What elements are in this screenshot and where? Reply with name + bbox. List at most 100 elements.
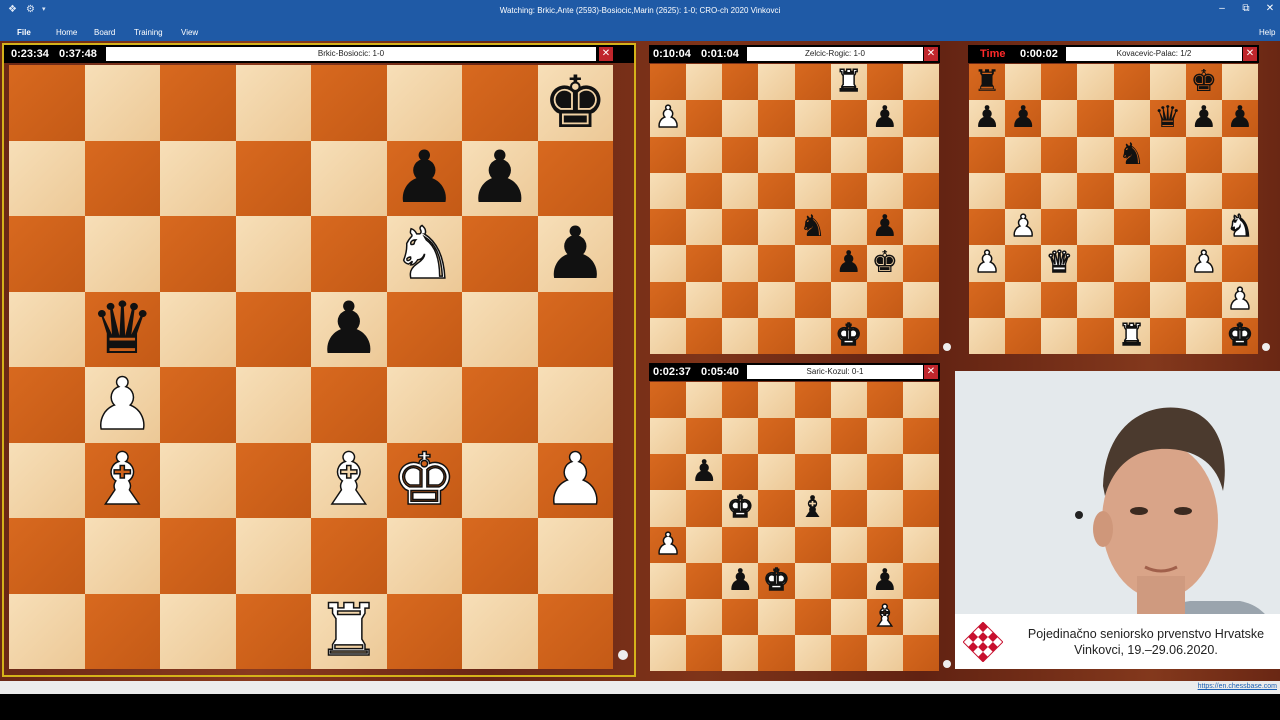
- square-d3[interactable]: [1077, 245, 1114, 282]
- white-pawn-icon[interactable]: ♟: [542, 444, 608, 518]
- square-g6[interactable]: [1185, 136, 1222, 173]
- square-f8[interactable]: [1149, 64, 1186, 101]
- square-c3[interactable]: ♟: [722, 562, 759, 599]
- black-pawn-icon[interactable]: ♟: [871, 212, 898, 242]
- square-g7[interactable]: ♟: [462, 140, 538, 216]
- white-king-icon[interactable]: ♚: [391, 444, 457, 518]
- square-f8[interactable]: ♜: [830, 64, 867, 101]
- square-g7[interactable]: ♟: [866, 100, 903, 137]
- square-f1[interactable]: [830, 634, 867, 671]
- square-c8[interactable]: [722, 382, 759, 419]
- square-d6[interactable]: [235, 216, 311, 292]
- square-g8[interactable]: [866, 64, 903, 101]
- square-b4[interactable]: ♟: [84, 367, 160, 443]
- square-g8[interactable]: [866, 382, 903, 419]
- square-a5[interactable]: [650, 490, 687, 527]
- square-d5[interactable]: [758, 490, 795, 527]
- white-pawn-icon[interactable]: ♟: [1009, 211, 1037, 243]
- square-g4[interactable]: [866, 526, 903, 563]
- square-b6[interactable]: ♟: [686, 454, 723, 491]
- square-e7[interactable]: [1113, 100, 1150, 137]
- square-e2[interactable]: [1113, 281, 1150, 318]
- square-a6[interactable]: [650, 136, 687, 173]
- square-d7[interactable]: [235, 140, 311, 216]
- black-pawn-icon[interactable]: ♟: [871, 565, 898, 596]
- square-g4[interactable]: [1185, 209, 1222, 246]
- square-e2[interactable]: [794, 598, 831, 635]
- square-g7[interactable]: ♟: [1185, 100, 1222, 137]
- square-a1[interactable]: [969, 317, 1006, 354]
- black-pawn-icon[interactable]: ♟: [1010, 103, 1037, 133]
- square-d3[interactable]: [758, 245, 795, 282]
- square-h3[interactable]: [902, 245, 939, 282]
- square-h3[interactable]: [902, 562, 939, 599]
- square-c2[interactable]: [1041, 281, 1078, 318]
- square-e1[interactable]: [794, 634, 831, 671]
- square-a8[interactable]: [9, 65, 85, 141]
- square-a1[interactable]: [9, 593, 85, 669]
- square-b1[interactable]: [686, 634, 723, 671]
- square-f4[interactable]: [1149, 209, 1186, 246]
- square-d1[interactable]: [1077, 317, 1114, 354]
- square-a3[interactable]: [9, 442, 85, 518]
- square-f3[interactable]: [830, 562, 867, 599]
- black-pawn-icon[interactable]: ♟: [1226, 103, 1253, 133]
- close-board-icon[interactable]: ✕: [924, 365, 938, 379]
- square-e3[interactable]: [794, 245, 831, 282]
- square-c7[interactable]: [722, 100, 759, 137]
- square-e3[interactable]: ♝: [311, 442, 387, 518]
- white-pawn-icon[interactable]: ♟: [89, 368, 155, 442]
- square-h4[interactable]: [537, 367, 613, 443]
- square-h5[interactable]: [537, 291, 613, 367]
- black-pawn-icon[interactable]: ♟: [1190, 103, 1217, 133]
- square-b6[interactable]: [1005, 136, 1042, 173]
- square-e8[interactable]: [1113, 64, 1150, 101]
- square-c4[interactable]: [160, 367, 236, 443]
- square-d4[interactable]: [235, 367, 311, 443]
- square-c5[interactable]: [160, 291, 236, 367]
- square-h6[interactable]: [902, 136, 939, 173]
- square-d8[interactable]: [1077, 64, 1114, 101]
- square-e1[interactable]: [794, 317, 831, 354]
- white-pawn-icon[interactable]: ♟: [654, 528, 682, 560]
- square-e8[interactable]: [794, 382, 831, 419]
- square-e7[interactable]: [794, 418, 831, 455]
- square-h8[interactable]: ♚: [537, 65, 613, 141]
- square-g2[interactable]: [462, 518, 538, 594]
- white-knight-icon[interactable]: ♞: [391, 217, 457, 291]
- square-f4[interactable]: [830, 209, 867, 246]
- square-f4[interactable]: [386, 367, 462, 443]
- square-e2[interactable]: [794, 281, 831, 318]
- square-d5[interactable]: [1077, 172, 1114, 209]
- square-b4[interactable]: [686, 209, 723, 246]
- square-g4[interactable]: [462, 367, 538, 443]
- square-f1[interactable]: ♚: [830, 317, 867, 354]
- square-g8[interactable]: ♚: [1185, 64, 1222, 101]
- square-c8[interactable]: [160, 65, 236, 141]
- square-a2[interactable]: [969, 281, 1006, 318]
- restore-icon[interactable]: ⧉: [1236, 3, 1256, 14]
- square-c4[interactable]: [1041, 209, 1078, 246]
- square-e1[interactable]: ♜: [311, 593, 387, 669]
- white-rook-icon[interactable]: ♜: [316, 595, 382, 669]
- square-e7[interactable]: [311, 140, 387, 216]
- black-knight-icon[interactable]: ♞: [799, 212, 826, 242]
- square-h1[interactable]: [902, 317, 939, 354]
- square-e3[interactable]: [1113, 245, 1150, 282]
- square-f8[interactable]: [386, 65, 462, 141]
- square-c1[interactable]: [722, 317, 759, 354]
- square-d5[interactable]: [758, 172, 795, 209]
- square-b2[interactable]: [686, 281, 723, 318]
- square-f6[interactable]: ♞: [386, 216, 462, 292]
- square-h1[interactable]: [537, 593, 613, 669]
- chessboard-kovacevic-palac[interactable]: ♜ ♚ ♟ ♟ ♛ ♟ ♟ ♞ ♟ ♞ ♟ ♛ ♟ ♟ ♜ ♚: [969, 64, 1258, 354]
- square-e4[interactable]: ♞: [794, 209, 831, 246]
- square-a7[interactable]: [9, 140, 85, 216]
- square-b5[interactable]: [1005, 172, 1042, 209]
- square-h2[interactable]: [902, 598, 939, 635]
- square-d6[interactable]: [758, 136, 795, 173]
- square-d8[interactable]: [758, 64, 795, 101]
- square-h7[interactable]: [902, 100, 939, 137]
- menu-help[interactable]: Help: [1259, 28, 1275, 37]
- square-b6[interactable]: [686, 136, 723, 173]
